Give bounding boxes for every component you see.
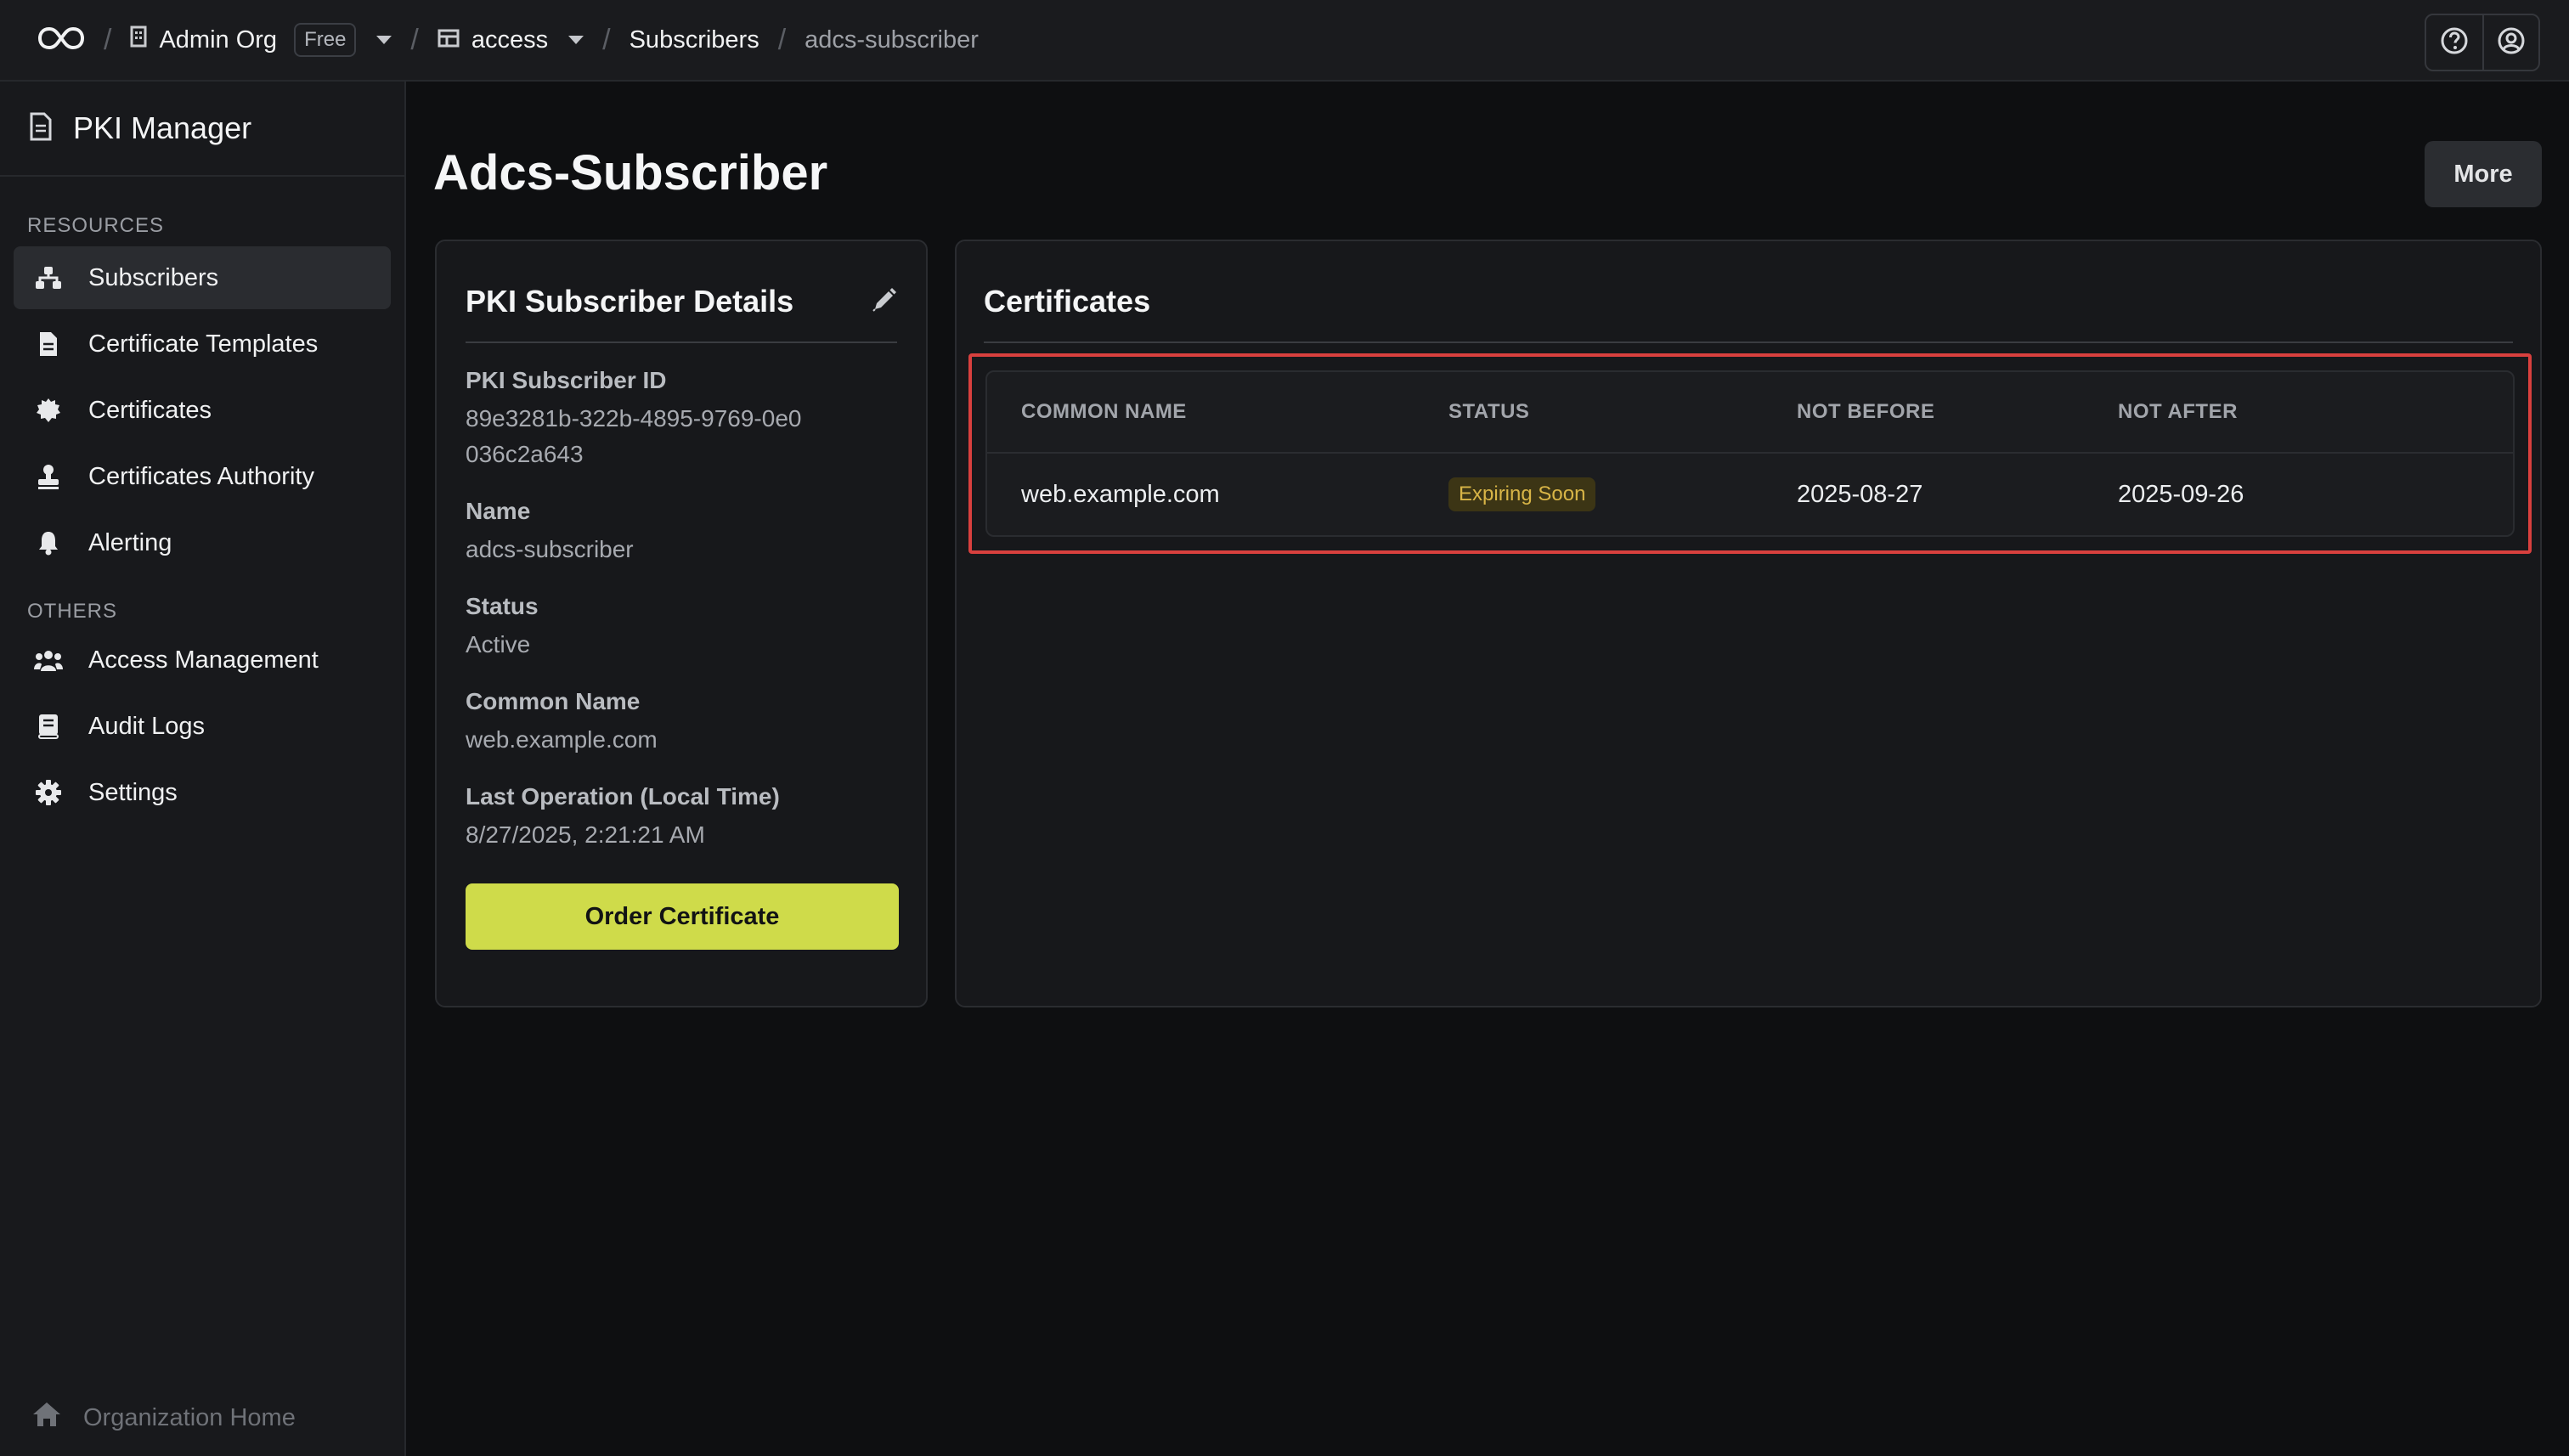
table-row[interactable]: web.example.com Expiring Soon 2025-08-27… [987, 454, 2513, 535]
certificates-card: Certificates COMMON NAME STATUS NOT BEFO… [955, 240, 2542, 1007]
field-common-name: Common Name web.example.com [466, 688, 897, 758]
details-card-header: PKI Subscriber Details [466, 241, 897, 343]
certificates-card-title: Certificates [984, 284, 1151, 319]
cell-not-after: 2025-09-26 [2118, 480, 2244, 508]
account-button[interactable] [2482, 15, 2538, 70]
field-label: Last Operation (Local Time) [466, 783, 780, 810]
details-card-title: PKI Subscriber Details [466, 284, 794, 319]
nav-others: Access Management Audit Logs Settings [0, 629, 404, 824]
cell-not-before: 2025-08-27 [1797, 480, 1923, 508]
field-name: Name adcs-subscriber [466, 498, 897, 567]
sidebar-item-label: Subscribers [88, 263, 219, 291]
pencil-icon[interactable] [872, 287, 897, 317]
field-status: Status Active [466, 593, 897, 663]
topbar-actions [2425, 14, 2540, 71]
document-icon [29, 112, 53, 145]
breadcrumb-separator: / [410, 23, 419, 56]
field-value: 89e3281b-322b-4895-9769-0e0036c2a643 [466, 405, 802, 467]
breadcrumb-current: adcs-subscriber [805, 25, 979, 54]
sidebar-item-label: Certificate Templates [88, 330, 319, 358]
project-name: access [471, 25, 549, 54]
field-label: PKI Subscriber ID [466, 367, 667, 393]
sidebar-item-label: Access Management [88, 646, 319, 674]
sitemap-icon [34, 263, 63, 292]
certificates-table: COMMON NAME STATUS NOT BEFORE NOT AFTER … [985, 370, 2515, 537]
org-name: Admin Org [159, 25, 278, 54]
field-label: Status [466, 593, 539, 619]
cell-status: Expiring Soon [1448, 477, 1797, 511]
document-icon [34, 330, 63, 358]
breadcrumb-org[interactable]: Admin Org Free [130, 23, 392, 57]
certificate-badge-icon [34, 396, 63, 425]
field-label: Name [466, 498, 531, 524]
breadcrumb-project[interactable]: access [438, 26, 584, 54]
sidebar-item-audit-logs[interactable]: Audit Logs [14, 695, 391, 758]
chevron-down-icon[interactable] [376, 36, 392, 44]
sidebar-item-label: Alerting [88, 528, 172, 556]
building-icon [130, 25, 147, 54]
field-value: adcs-subscriber [466, 536, 634, 562]
sidebar-item-certificates[interactable]: Certificates [14, 379, 391, 442]
user-circle-icon [2497, 26, 2526, 59]
column-header-not-after[interactable]: NOT AFTER [2118, 400, 2458, 424]
chevron-down-icon[interactable] [568, 36, 584, 44]
gear-icon [34, 778, 63, 807]
sidebar-brand-title: PKI Manager [73, 110, 252, 145]
table-icon [438, 26, 460, 54]
organization-home-link[interactable]: Organization Home [0, 1402, 296, 1434]
certificates-card-header: Certificates [984, 241, 2513, 343]
sidebar-item-label: Settings [88, 778, 178, 806]
sidebar-item-subscribers[interactable]: Subscribers [14, 246, 391, 309]
field-value: 8/27/2025, 2:21:21 AM [466, 821, 705, 848]
section-label-others: OTHERS [27, 600, 118, 623]
more-button[interactable]: More [2425, 141, 2542, 207]
table-header: COMMON NAME STATUS NOT BEFORE NOT AFTER [987, 372, 2513, 454]
breadcrumb-subscribers[interactable]: Subscribers [630, 26, 759, 54]
sidebar-item-access-management[interactable]: Access Management [14, 629, 391, 691]
sidebar-item-label: Certificates [88, 396, 212, 424]
field-value: Active [466, 631, 531, 657]
sidebar-item-settings[interactable]: Settings [14, 761, 391, 824]
app-root: / Admin Org Free / access / Subscribers … [0, 0, 2569, 1456]
sidebar-item-label: Certificates Authority [88, 462, 314, 490]
cell-common-name: web.example.com [1021, 480, 1220, 508]
column-header-not-before[interactable]: NOT BEFORE [1797, 400, 2118, 424]
nav-resources: Subscribers Certificate Templates Certif… [0, 246, 404, 574]
help-button[interactable] [2426, 15, 2482, 70]
page-title: Adcs-Subscriber [433, 145, 828, 200]
breadcrumb-separator: / [104, 23, 112, 56]
field-subscriber-id: PKI Subscriber ID 89e3281b-322b-4895-976… [466, 367, 897, 472]
infinity-logo-icon[interactable] [37, 25, 85, 55]
sidebar: PKI Manager RESOURCES Subscribers Certif… [0, 82, 406, 1456]
subscriber-details-card: PKI Subscriber Details PKI Subscriber ID… [435, 240, 928, 1007]
sidebar-item-alerting[interactable]: Alerting [14, 511, 391, 574]
section-label-resources: RESOURCES [27, 214, 165, 237]
column-header-common-name[interactable]: COMMON NAME [1021, 400, 1448, 424]
field-value: web.example.com [466, 726, 658, 753]
sidebar-item-certificate-templates[interactable]: Certificate Templates [14, 313, 391, 375]
sidebar-brand[interactable]: PKI Manager [0, 82, 404, 177]
stamp-icon [34, 462, 63, 491]
field-last-operation: Last Operation (Local Time) 8/27/2025, 2… [466, 783, 897, 853]
question-circle-icon [2440, 26, 2469, 59]
breadcrumb-separator: / [602, 23, 611, 56]
column-header-status[interactable]: STATUS [1448, 400, 1797, 424]
users-icon [34, 646, 63, 674]
organization-home-label: Organization Home [83, 1403, 296, 1431]
bell-icon [34, 528, 63, 557]
sidebar-item-certificates-authority[interactable]: Certificates Authority [14, 445, 391, 508]
breadcrumb-separator: / [777, 23, 787, 56]
field-label: Common Name [466, 688, 641, 714]
home-icon [32, 1402, 61, 1434]
status-badge: Expiring Soon [1448, 477, 1596, 511]
sidebar-item-label: Audit Logs [88, 712, 206, 740]
order-certificate-button[interactable]: Order Certificate [466, 883, 899, 950]
top-bar: / Admin Org Free / access / Subscribers … [0, 0, 2569, 82]
book-icon [34, 712, 63, 741]
plan-badge: Free [294, 23, 357, 57]
